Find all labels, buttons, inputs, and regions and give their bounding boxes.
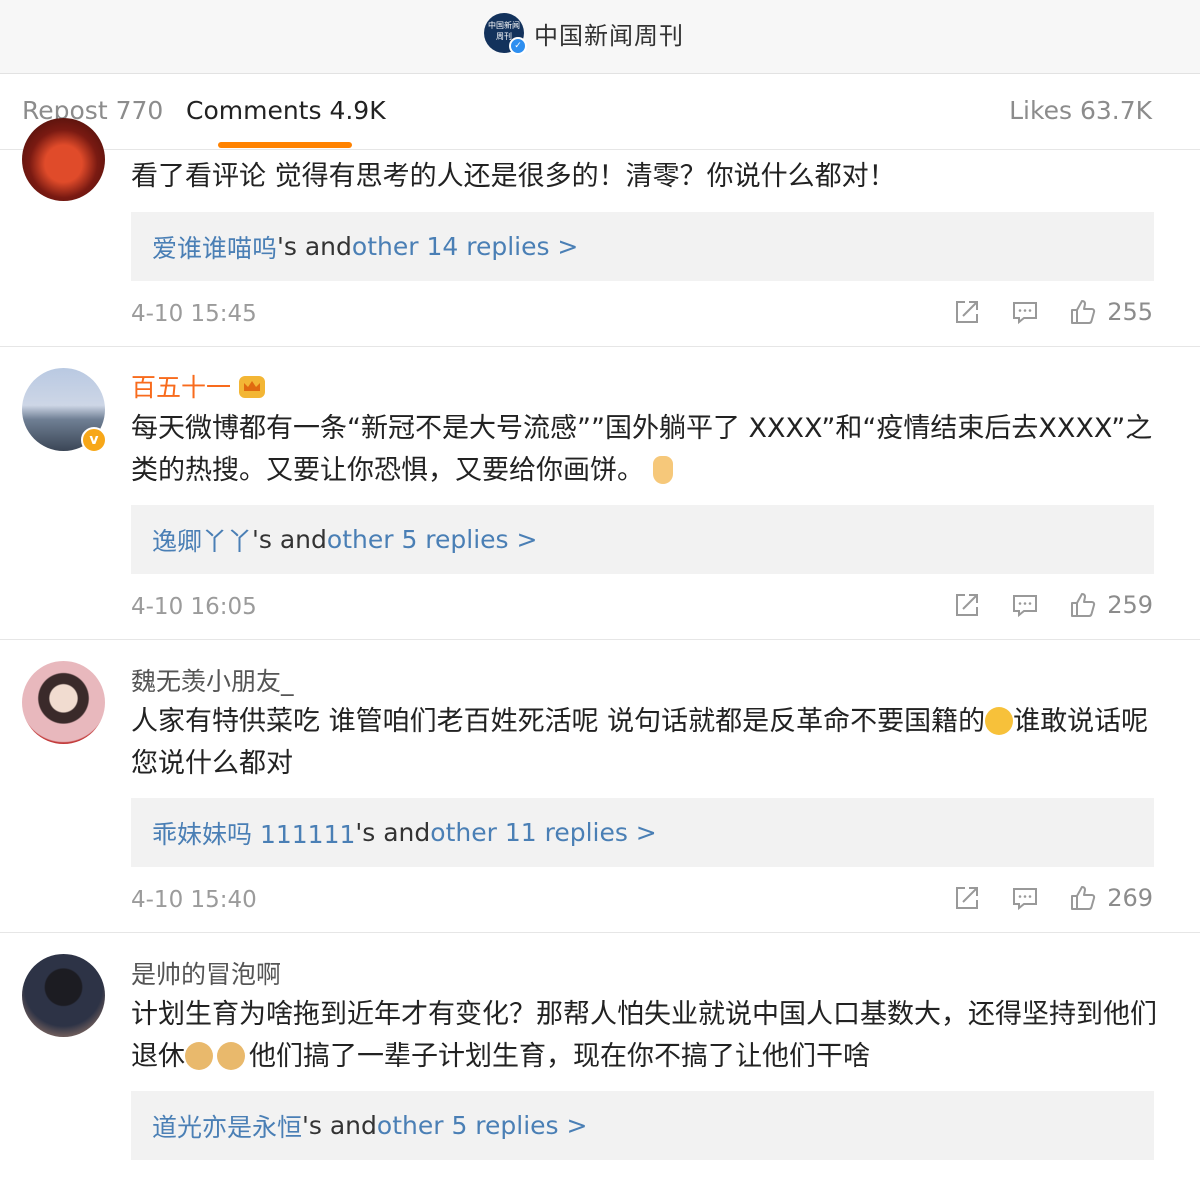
comment-actions: 255 bbox=[923, 298, 1153, 326]
avatar-image bbox=[22, 118, 105, 201]
comment-time: 4-10 15:45 bbox=[131, 301, 257, 327]
replies-link[interactable]: 逸卿丫丫's and other 5 replies > bbox=[131, 505, 1154, 574]
doge-emoji-icon bbox=[185, 1042, 213, 1070]
like-count: 259 bbox=[1107, 591, 1153, 619]
reply-more: other 5 replies > bbox=[326, 525, 538, 554]
comment-username[interactable]: 百五十一 bbox=[131, 368, 266, 404]
avatar[interactable] bbox=[22, 118, 105, 201]
comment-actions: 269 bbox=[923, 884, 1153, 912]
comment-username[interactable]: 魏无羡小朋友_ bbox=[131, 662, 294, 698]
reply-user: 逸卿丫丫 bbox=[152, 526, 253, 556]
avatar[interactable] bbox=[22, 661, 105, 744]
username-text: 百五十一 bbox=[131, 373, 232, 402]
like-icon[interactable] bbox=[1069, 884, 1097, 912]
active-tab-indicator bbox=[218, 142, 352, 148]
reply-more: other 14 replies > bbox=[351, 232, 579, 261]
tab-bar: Repost 770 Comments 4.9K Likes 63.7K bbox=[0, 74, 1200, 150]
repost-icon[interactable] bbox=[953, 884, 981, 912]
reply-more: other 5 replies > bbox=[376, 1111, 588, 1140]
comment-text: 人家有特供菜吃 谁管咱们老百姓死活呢 说句话就都是反革命不要国籍的 谁敢说话呢 您… bbox=[131, 701, 1161, 785]
account-brand[interactable]: 中国新闻周刊 ✓ 中国新闻周刊 bbox=[484, 11, 684, 55]
comment-text-body: 每天微博都有一条“新冠不是大号流感””国外躺平了 XXXX”和“疫情结束后去XX… bbox=[131, 413, 1153, 486]
divider bbox=[0, 932, 1200, 933]
comment-text: 每天微博都有一条“新冠不是大号流感””国外躺平了 XXXX”和“疫情结束后去XX… bbox=[131, 408, 1161, 492]
divider bbox=[0, 639, 1200, 640]
comment-text-continued: 他们搞了一辈子计划生育，现在你不搞了让他们干啥 bbox=[249, 1041, 870, 1072]
comment-icon[interactable] bbox=[1011, 884, 1039, 912]
verified-badge-icon: v bbox=[81, 427, 107, 453]
thinking-emoji-icon bbox=[985, 707, 1014, 735]
avatar-image bbox=[22, 954, 105, 1037]
comment-time: 4-10 16:05 bbox=[131, 594, 257, 620]
comment-text: 计划生育为啥拖到近年才有变化？那帮人怕失业就说中国人口基数大，还得坚持到他们退休… bbox=[131, 994, 1161, 1078]
reply-more: other 11 replies > bbox=[430, 818, 657, 847]
comment-icon[interactable] bbox=[1011, 591, 1039, 619]
verified-icon: ✓ bbox=[509, 37, 527, 55]
like-icon[interactable] bbox=[1069, 591, 1097, 619]
repost-icon[interactable] bbox=[953, 591, 981, 619]
reply-connector: 's and bbox=[277, 232, 352, 261]
repost-icon[interactable] bbox=[953, 298, 981, 326]
comment-icon[interactable] bbox=[1011, 298, 1039, 326]
like-icon[interactable] bbox=[1069, 298, 1097, 326]
tab-likes[interactable]: Likes 63.7K bbox=[1009, 96, 1152, 125]
top-bar: 中国新闻周刊 ✓ 中国新闻周刊 bbox=[0, 0, 1200, 74]
reply-connector: 's and bbox=[302, 1111, 377, 1140]
reply-user: 道光亦是永恒 bbox=[152, 1112, 303, 1142]
replies-link[interactable]: 爱谁谁喵呜's and other 14 replies > bbox=[131, 212, 1154, 281]
avatar-image bbox=[22, 661, 105, 744]
vip-crown-icon bbox=[239, 376, 266, 398]
doge-emoji-icon bbox=[217, 1042, 245, 1070]
replies-link[interactable]: 乖妹妹吗 111111's and other 11 replies > bbox=[131, 798, 1154, 867]
divider bbox=[0, 346, 1200, 347]
reply-connector: 's and bbox=[252, 525, 327, 554]
reply-user: 乖妹妹吗 111111 bbox=[152, 819, 356, 849]
avatar[interactable]: v bbox=[22, 368, 107, 453]
comment-time: 4-10 15:40 bbox=[131, 887, 257, 913]
account-logo: 中国新闻周刊 ✓ bbox=[484, 13, 527, 55]
account-name: 中国新闻周刊 bbox=[534, 21, 684, 50]
reply-user: 爱谁谁喵呜 bbox=[152, 233, 278, 263]
thumbs-up-emoji-icon bbox=[652, 456, 673, 484]
like-count: 255 bbox=[1107, 298, 1153, 326]
comment-actions: 259 bbox=[923, 591, 1153, 619]
like-count: 269 bbox=[1107, 884, 1153, 912]
comment-text-body: 人家有特供菜吃 谁管咱们老百姓死活呢 说句话就都是反革命不要国籍的 bbox=[131, 706, 986, 737]
avatar[interactable] bbox=[22, 954, 105, 1037]
comment-username[interactable]: 是帅的冒泡啊 bbox=[131, 955, 281, 991]
replies-link[interactable]: 道光亦是永恒's and other 5 replies > bbox=[131, 1091, 1154, 1160]
comment-text: 看了看评论 觉得有思考的人还是很多的！清零？你说什么都对！ bbox=[131, 161, 896, 192]
reply-connector: 's and bbox=[355, 818, 431, 847]
tab-comments[interactable]: Comments 4.9K bbox=[186, 96, 386, 125]
